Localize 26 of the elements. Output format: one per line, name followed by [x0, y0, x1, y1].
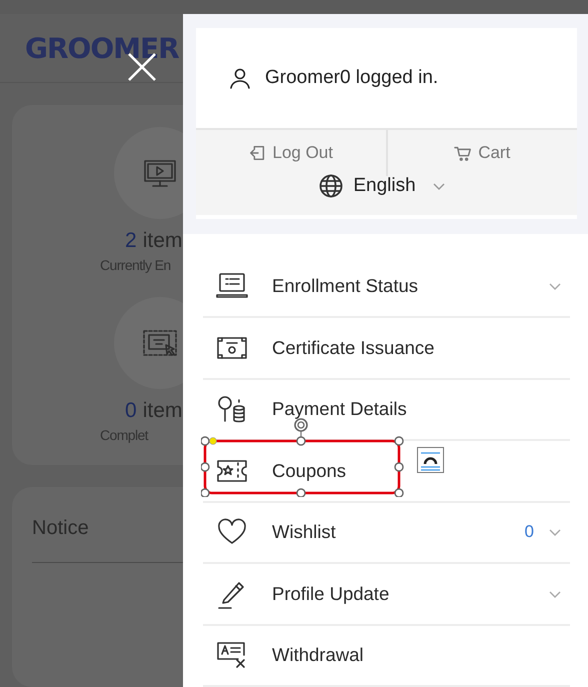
layout-options-icon[interactable]	[417, 447, 444, 473]
certificate-cursor-icon	[141, 327, 179, 359]
menu-item[interactable]: Profile Update	[203, 564, 570, 626]
menu-item[interactable]: Wishlist 0	[203, 502, 570, 564]
logout-icon	[248, 144, 266, 162]
login-status: Groomer0 logged in.	[265, 66, 438, 89]
chevron-down-icon	[432, 180, 446, 191]
globe-icon	[319, 174, 344, 198]
cart-button[interactable]: Cart	[388, 130, 577, 176]
logo: GROOMER	[25, 32, 179, 64]
menu-item[interactable]: Certificate Issuance	[203, 318, 570, 380]
user-icon	[229, 66, 251, 89]
magnifier-coins-icon	[216, 393, 248, 426]
language-selector[interactable]: English	[319, 174, 446, 198]
item-count: 2	[125, 229, 137, 252]
wishlist-count: 0	[524, 522, 534, 542]
chevron-down-icon[interactable]	[548, 588, 562, 599]
item-unit: item	[142, 229, 182, 252]
monitor-play-icon	[141, 157, 179, 189]
item-count: 0	[125, 399, 137, 422]
chevron-down-icon[interactable]	[548, 281, 562, 292]
menu-item[interactable]: Withdrawal	[203, 626, 570, 687]
item-unit: item	[142, 399, 182, 422]
logout-button[interactable]: Log Out	[196, 130, 388, 176]
chevron-down-icon[interactable]	[548, 527, 562, 538]
menu-item[interactable]: Enrollment Status	[203, 256, 570, 318]
